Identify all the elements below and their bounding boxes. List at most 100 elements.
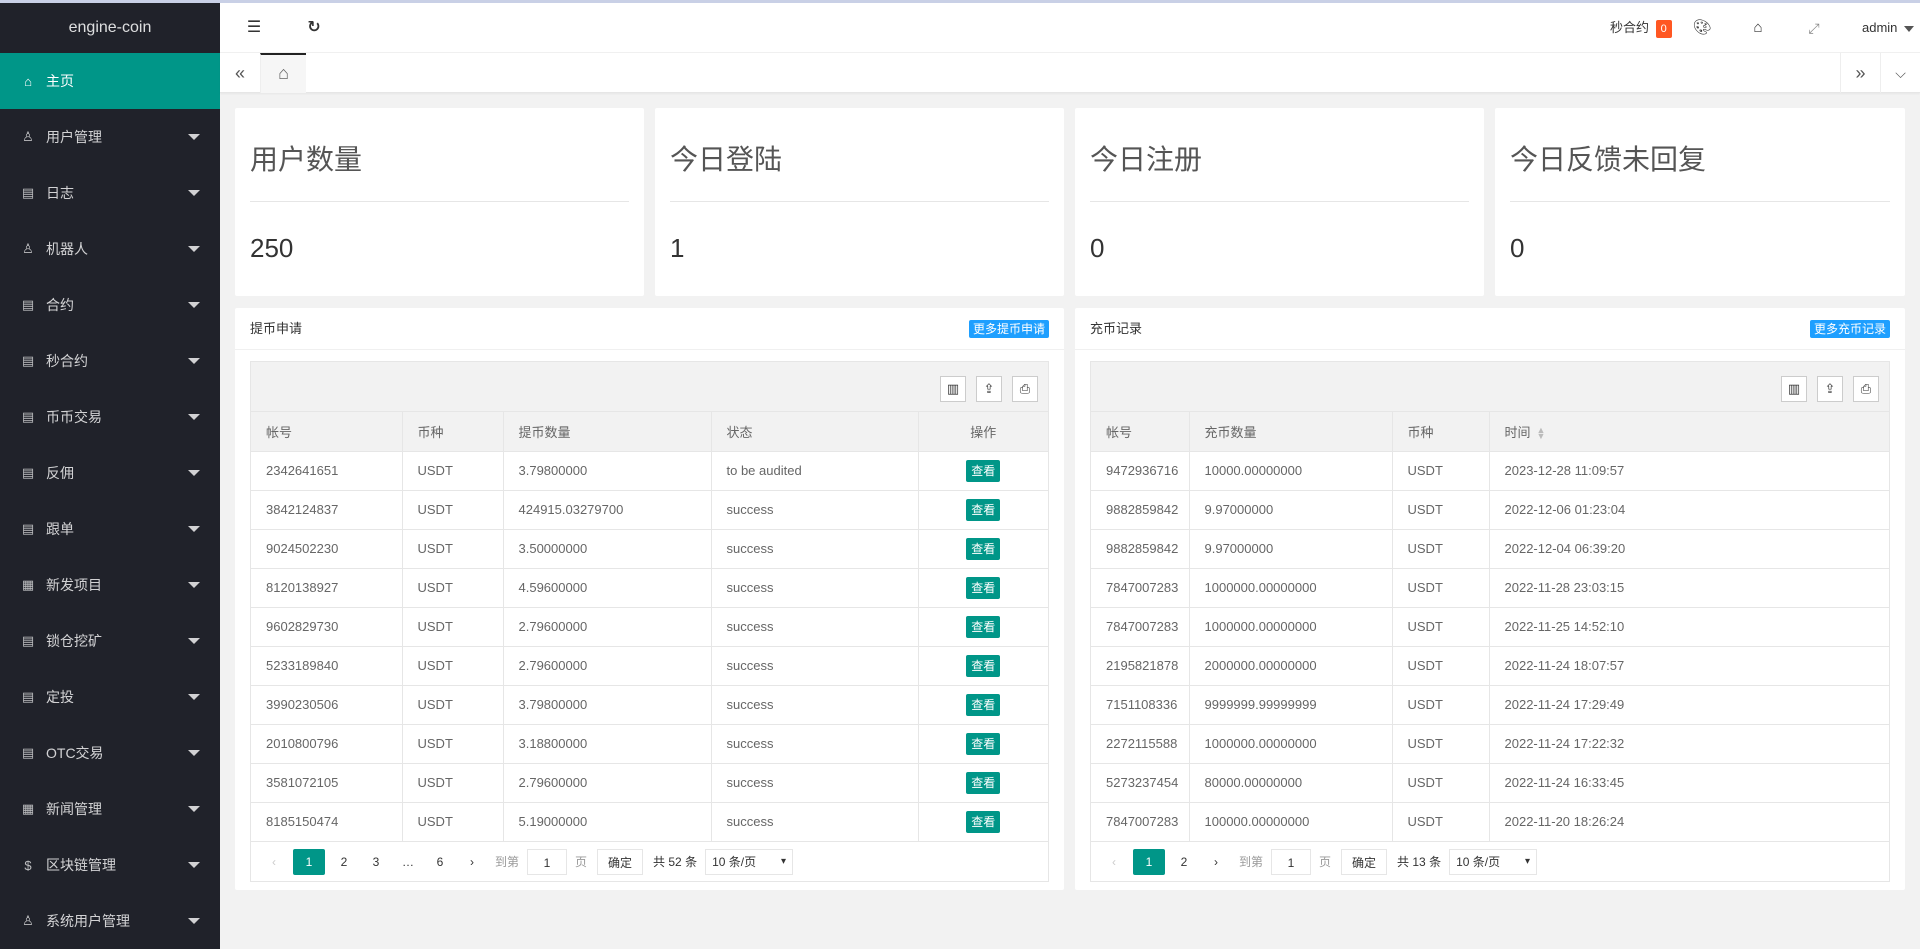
- stat-value: 1: [670, 233, 685, 263]
- goto-label: 到第: [1239, 855, 1264, 869]
- column-header: 提币数量: [503, 412, 712, 451]
- table-row: 7847007283 100000.00000000 USDT 2022-11-20 …: [1091, 801, 1889, 841]
- sidebar-item-3[interactable]: ♙ 机器人: [0, 221, 220, 277]
- column-header: 充币数量: [1189, 412, 1393, 451]
- scroll-tabs-right-icon[interactable]: »: [1840, 53, 1880, 93]
- columns-filter-icon[interactable]: ▥: [940, 376, 966, 402]
- sidebar-item-1[interactable]: ♙ 用户管理: [0, 109, 220, 165]
- page-button[interactable]: 2: [1171, 849, 1197, 875]
- export-icon[interactable]: ⇪: [976, 376, 1002, 402]
- sidebar-item-11[interactable]: ▤ 定投: [0, 669, 220, 725]
- caret-down-icon: [188, 358, 200, 364]
- tag-icon[interactable]: ⌂: [1748, 3, 1768, 53]
- sidebar-item-7[interactable]: ▤ 反佣: [0, 445, 220, 501]
- print-icon[interactable]: ⎙: [1853, 376, 1879, 402]
- page-button[interactable]: 1: [293, 848, 325, 875]
- columns-filter-icon[interactable]: ▥: [1781, 376, 1807, 402]
- sidebar-item-0[interactable]: ⌂ 主页: [0, 53, 220, 109]
- sidebar-item-4[interactable]: ▤ 合约: [0, 277, 220, 333]
- sidebar-item-8[interactable]: ▤ 跟单: [0, 501, 220, 557]
- table-cell: USDT: [402, 801, 504, 841]
- table-cell: 5.19000000: [503, 801, 712, 841]
- page-button[interactable]: 2: [331, 849, 357, 875]
- theme-palette-icon[interactable]: 🎨︎: [1692, 3, 1712, 53]
- prev-page-icon[interactable]: ‹: [261, 849, 287, 875]
- next-page-icon[interactable]: ›: [1203, 849, 1229, 875]
- table-cell: USDT: [402, 567, 504, 607]
- total-count: 共 13 条: [1397, 855, 1442, 869]
- sort-icon[interactable]: ▲ ▼: [1537, 426, 1546, 441]
- goto-page-input[interactable]: 1: [1271, 848, 1312, 875]
- column-header: 操作: [918, 412, 1048, 451]
- view-button[interactable]: 查看: [966, 498, 1001, 521]
- table-cell: 2022-11-24 17:29:49: [1489, 684, 1889, 724]
- goto-confirm-button[interactable]: 确定: [597, 848, 644, 875]
- prev-page-icon[interactable]: ‹: [1101, 849, 1127, 875]
- more-deposit-button[interactable]: 更多充币记录: [1809, 320, 1890, 338]
- sidebar-item-6[interactable]: ▤ 币币交易: [0, 389, 220, 445]
- scroll-tabs-left-icon[interactable]: «: [220, 53, 260, 93]
- table-cell: 2022-12-04 06:39:20: [1489, 528, 1889, 568]
- sidebar-item-10[interactable]: ▤ 锁仓挖矿: [0, 613, 220, 669]
- table-cell: 424915.03279700: [503, 489, 712, 529]
- sidebar-item-5[interactable]: ▤ 秒合约: [0, 333, 220, 389]
- more-withdraw-button[interactable]: 更多提币申请: [968, 320, 1049, 338]
- page-button[interactable]: 3: [363, 849, 389, 875]
- sidebar-item-9[interactable]: ▦ 新发项目: [0, 557, 220, 613]
- user-menu[interactable]: admin: [1862, 3, 1915, 53]
- page-size-select[interactable]: 10 条/页 ▾: [705, 848, 794, 875]
- view-button[interactable]: 查看: [966, 576, 1001, 599]
- stat-value: 0: [1090, 233, 1105, 263]
- export-icon[interactable]: ⇪: [1817, 376, 1843, 402]
- sidebar-item-2[interactable]: ▤ 日志: [0, 165, 220, 221]
- page-size-select[interactable]: 10 条/页 ▾: [1449, 848, 1538, 875]
- stat-card: 今日反馈未回复 0: [1495, 108, 1905, 296]
- table-cell: 8120138927: [251, 567, 403, 607]
- table-cell: USDT: [402, 528, 504, 568]
- tab-home[interactable]: ⌂: [260, 53, 306, 93]
- pagination-ellipsis: …: [402, 854, 414, 869]
- view-button[interactable]: 查看: [966, 654, 1001, 677]
- sidebar-item-14[interactable]: $ 区块链管理: [0, 837, 220, 893]
- home-icon: ⌂: [24, 73, 32, 89]
- table-cell: 10000.00000000: [1189, 450, 1393, 490]
- table-cell: 5273237454: [1091, 762, 1190, 802]
- table-row: 9882859842 9.97000000 USDT 2022-12-06 01:23…: [1091, 489, 1889, 529]
- deposit-panel: 充币记录 更多充币记录 ▥ ⇪ ⎙ 帐号 充币数量 币种 时间 ▲ ▼ 947293671…: [1075, 308, 1905, 890]
- goto-confirm-button[interactable]: 确定: [1341, 848, 1388, 875]
- table-cell: 2022-11-25 14:52:10: [1489, 606, 1889, 646]
- table-cell: to be audited: [711, 450, 919, 490]
- view-button[interactable]: 查看: [966, 810, 1001, 833]
- fullscreen-icon[interactable]: ⤢: [1804, 3, 1824, 53]
- goto-page-input[interactable]: 1: [527, 848, 568, 875]
- table-cell: 9472936716: [1091, 450, 1190, 490]
- user-icon: ♙: [22, 129, 34, 144]
- table-cell: USDT: [402, 450, 504, 490]
- second-contract-notice[interactable]: 秒合约 0: [1610, 3, 1672, 53]
- table-row: 5233189840 USDT 2.79600000 success 查看: [251, 645, 1048, 685]
- sidebar-item-12[interactable]: ▤ OTC交易: [0, 725, 220, 781]
- table-cell: 9.97000000: [1189, 528, 1393, 568]
- next-page-icon[interactable]: ›: [459, 849, 485, 875]
- sidebar-item-13[interactable]: ▦ 新闻管理: [0, 781, 220, 837]
- table-cell: 2342641651: [251, 450, 403, 490]
- column-header[interactable]: 时间 ▲ ▼: [1489, 412, 1889, 451]
- sidebar-item-15[interactable]: ♙ 系统用户管理: [0, 893, 220, 949]
- view-button[interactable]: 查看: [966, 615, 1001, 638]
- view-button[interactable]: 查看: [966, 771, 1001, 794]
- table-cell: 2.79600000: [503, 762, 712, 802]
- print-icon[interactable]: ⎙: [1012, 376, 1038, 402]
- refresh-icon[interactable]: ↻: [302, 3, 326, 53]
- view-button[interactable]: 查看: [966, 693, 1001, 716]
- action-cell: 查看: [918, 567, 1048, 607]
- table-cell: 2000000.00000000: [1189, 645, 1393, 685]
- collapse-sidebar-icon[interactable]: ☰: [242, 3, 266, 53]
- view-button[interactable]: 查看: [966, 732, 1001, 755]
- page-button[interactable]: 1: [1133, 848, 1165, 875]
- view-button[interactable]: 查看: [966, 537, 1001, 560]
- stat-title: 今日登陆: [670, 108, 1049, 202]
- table-row: 9472936716 10000.00000000 USDT 2023-12-28 1…: [1091, 450, 1889, 490]
- view-button[interactable]: 查看: [966, 459, 1001, 482]
- tab-options-chevron-icon[interactable]: ⌵: [1880, 53, 1920, 93]
- page-button[interactable]: 6: [427, 849, 453, 875]
